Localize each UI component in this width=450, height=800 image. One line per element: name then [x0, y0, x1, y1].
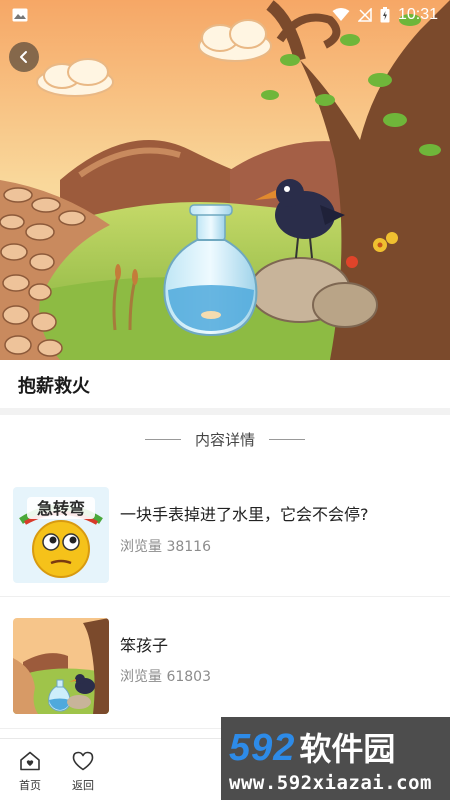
story-title: 抱薪救火 [18, 376, 90, 397]
section-heading: 内容详情 [194, 430, 255, 449]
back-button[interactable] [9, 42, 39, 72]
item-view-count: 浏览量 38116 [120, 539, 211, 555]
story-title-bar: 抱薪救火 [0, 360, 450, 410]
gallery-icon [12, 8, 28, 22]
item-view-count: 浏览量 61803 [120, 669, 211, 685]
nav-back[interactable]: 返回 [63, 739, 103, 800]
battery-icon [380, 7, 390, 23]
thumbnail-caption: 急转弯 [37, 499, 85, 518]
watermark-url: www.592xiazai.com [229, 771, 432, 794]
riddle-thumbnail-image: 急转弯 [13, 487, 109, 583]
watermark-brand-name: 软件园 [299, 729, 396, 768]
item-title: 笨孩子 [120, 636, 169, 655]
section-header: 内容详情 [0, 425, 450, 453]
item-thumbnail: 急转弯 [13, 487, 109, 583]
nav-back-label: 返回 [72, 779, 94, 792]
nav-home-label: 首页 [19, 779, 41, 792]
item-thumbnail [13, 618, 109, 714]
chevron-left-icon [20, 51, 27, 63]
heart-icon [72, 751, 94, 771]
nav-home[interactable]: 首页 [10, 739, 50, 800]
watermark-logo: 592 软件园 www.592xiazai.com [221, 717, 450, 800]
hero-illustration [0, 0, 450, 360]
heading-line-left [144, 438, 181, 440]
story-thumbnail-image [13, 618, 109, 714]
watermark-number: 592 [229, 726, 296, 769]
status-bar: 10:31 [0, 0, 450, 30]
status-time: 10:31 [397, 6, 438, 23]
section-divider [0, 408, 450, 415]
item-divider [0, 596, 450, 597]
heading-line-right [269, 438, 305, 440]
wifi-icon [332, 8, 350, 21]
signal-icon [357, 8, 372, 22]
home-icon [20, 751, 40, 771]
item-title: 一块手表掉进了水里，它会不会停? [120, 505, 369, 524]
story-cover-image [0, 0, 450, 360]
watermark-brand: 592 软件园 [229, 724, 450, 770]
list-item[interactable]: 急转弯 一块手表掉进了水里，它会不会停? 浏览量 38116 [0, 487, 450, 617]
